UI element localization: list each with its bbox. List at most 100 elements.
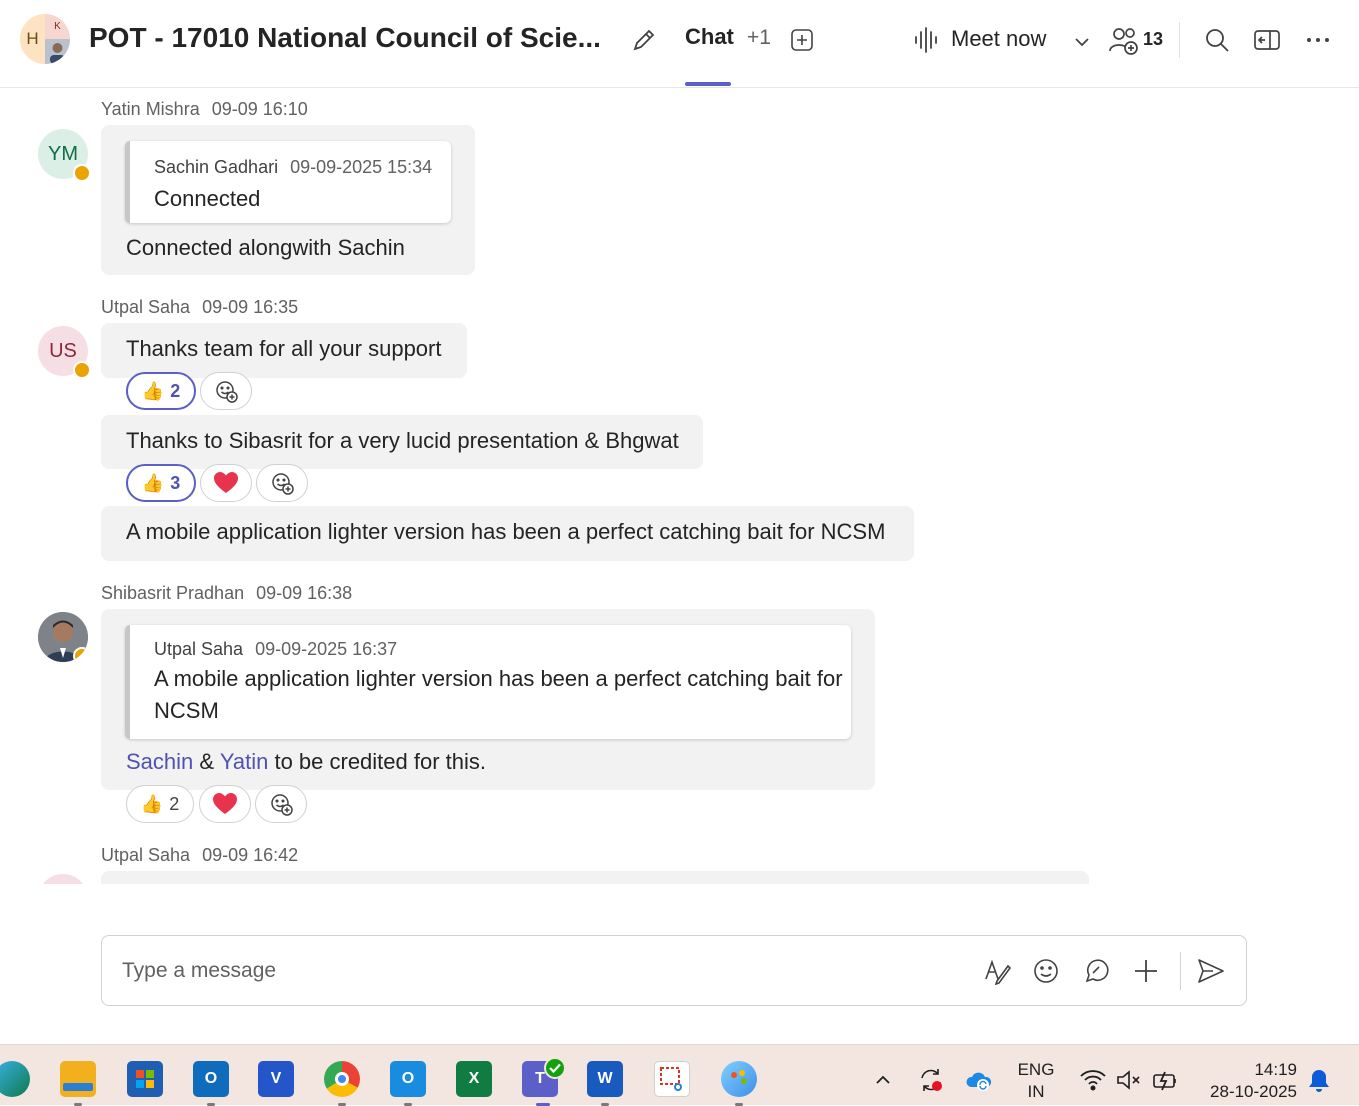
language-indicator[interactable]: ENG IN: [1014, 1059, 1058, 1103]
message-text: Thanks team for all your support: [126, 336, 442, 361]
avatar-initials: US: [49, 340, 77, 362]
windows-taskbar: O V O X T W ENG IN 14:19 28-10-2025: [0, 1044, 1359, 1106]
like-reaction[interactable]: 👍 2: [126, 785, 194, 823]
language-line-2: IN: [1027, 1082, 1045, 1101]
quote-time: 09-09-2025 15:34: [290, 157, 433, 177]
message-list[interactable]: Yatin Mishra 09-09 16:10 YM Sachin Gadhar…: [0, 89, 1359, 884]
participants-count[interactable]: 13: [1143, 29, 1163, 50]
meet-waveform-icon[interactable]: [910, 24, 942, 56]
like-reaction[interactable]: 👍 3: [126, 464, 196, 502]
outlook-icon[interactable]: O: [193, 1061, 229, 1097]
heart-icon: [213, 793, 237, 814]
chevron-down-icon[interactable]: [1070, 30, 1094, 54]
message-bubble[interactable]: A mobile application lighter version has…: [101, 506, 914, 561]
add-tab-icon[interactable]: [788, 26, 816, 54]
quote-bar: [125, 625, 130, 739]
quote-text: A mobile application lighter version has…: [154, 666, 843, 723]
more-options-icon[interactable]: [1302, 24, 1334, 56]
avatar[interactable]: [38, 612, 88, 662]
volume-muted-icon[interactable]: [1114, 1067, 1144, 1093]
message-text: Thanks to Sibasrit for a very lucid pres…: [126, 428, 679, 453]
message-bubble[interactable]: Utpal Saha 09-09-2025 16:37 A mobile appl…: [101, 609, 875, 790]
tab-active-indicator: [685, 82, 731, 86]
message-time: 09-09 16:10: [211, 99, 308, 119]
message-text-rest: to be credited for this.: [274, 749, 487, 774]
chrome-icon[interactable]: [324, 1061, 360, 1097]
onedrive-sync-icon[interactable]: [964, 1067, 994, 1095]
show-hidden-icons-chevron-icon[interactable]: [870, 1067, 896, 1093]
compose-divider: [1180, 952, 1181, 990]
loop-compose-icon[interactable]: [1079, 954, 1113, 988]
chat-header: H K POT - 17010 National Council of Scie…: [0, 0, 1359, 88]
add-reaction-icon: [272, 473, 294, 495]
add-reaction-button[interactable]: [200, 372, 252, 410]
system-clock[interactable]: 14:19 28-10-2025: [1210, 1059, 1297, 1103]
language-line-1: ENG: [1017, 1060, 1055, 1079]
quoted-message[interactable]: Utpal Saha 09-09-2025 16:37 A mobile appl…: [125, 625, 851, 739]
avatar[interactable]: YM: [38, 129, 91, 182]
quote-bar: [125, 141, 130, 223]
add-reaction-icon: [271, 794, 293, 816]
avatar-photo: [45, 39, 70, 64]
send-icon[interactable]: [1194, 954, 1228, 988]
side-panel-icon[interactable]: [1251, 24, 1283, 56]
message-bubble[interactable]: Sachin Gadhari 09-09-2025 15:34 Connected…: [101, 125, 475, 275]
quoted-message[interactable]: Sachin Gadhari 09-09-2025 15:34 Connected: [125, 141, 451, 223]
tab-more-count[interactable]: +1: [747, 26, 771, 50]
paint-icon[interactable]: [721, 1061, 757, 1097]
search-icon[interactable]: [1201, 24, 1233, 56]
add-reaction-button[interactable]: [256, 464, 308, 502]
emoji-icon[interactable]: [1029, 954, 1063, 988]
group-avatar[interactable]: H K: [20, 14, 70, 64]
notification-bell-icon[interactable]: [1305, 1067, 1333, 1095]
add-reaction-button[interactable]: [255, 785, 307, 823]
thumbs-up-icon: 👍: [141, 472, 165, 493]
chat-title[interactable]: POT - 17010 National Council of Scie...: [89, 22, 601, 54]
heart-reaction[interactable]: [199, 785, 251, 823]
wifi-icon[interactable]: [1078, 1067, 1108, 1093]
thumbs-up-icon: 👍: [141, 380, 165, 401]
message-meta: Yatin Mishra 09-09 16:10: [101, 99, 308, 120]
battery-charging-icon[interactable]: [1150, 1067, 1180, 1093]
file-explorer-icon[interactable]: [60, 1061, 96, 1097]
reaction-count: 3: [170, 472, 181, 493]
sync-recording-icon[interactable]: [916, 1065, 946, 1095]
message-input[interactable]: [122, 936, 962, 1005]
message-bubble[interactable]: Thanks team for all your support: [101, 323, 467, 378]
viva-icon[interactable]: V: [258, 1061, 294, 1097]
quote-meta: Sachin Gadhari 09-09-2025 15:34: [154, 157, 432, 178]
message-meta: Utpal Saha 09-09 16:35: [101, 297, 298, 318]
avatar[interactable]: [38, 874, 88, 884]
people-add-icon[interactable]: [1107, 24, 1141, 58]
excel-icon[interactable]: X: [456, 1061, 492, 1097]
rename-pencil-icon[interactable]: [628, 24, 660, 56]
message-bubble[interactable]: Thanks to Sibasrit for a very lucid pres…: [101, 415, 703, 469]
message-bubble[interactable]: [101, 871, 1089, 884]
ampersand-text: &: [199, 749, 215, 774]
edge-icon[interactable]: [0, 1061, 30, 1097]
away-status-icon: [73, 647, 88, 662]
store-icon[interactable]: [127, 1061, 163, 1097]
header-divider: [1179, 22, 1180, 58]
word-icon[interactable]: W: [587, 1061, 623, 1097]
outlook-new-icon[interactable]: O: [390, 1061, 426, 1097]
meet-now-button[interactable]: Meet now: [951, 26, 1046, 52]
avatar[interactable]: US: [38, 326, 91, 379]
plus-icon[interactable]: [1129, 954, 1163, 988]
mention-sachin[interactable]: Sachin: [126, 749, 193, 774]
heart-icon: [214, 472, 238, 493]
quote-meta: Utpal Saha 09-09-2025 16:37: [154, 639, 397, 660]
clock-time: 14:19: [1254, 1060, 1297, 1079]
tab-chat[interactable]: Chat: [685, 24, 734, 50]
message-meta: Shibasrit Pradhan 09-09 16:38: [101, 583, 352, 604]
heart-reaction[interactable]: [200, 464, 252, 502]
avatar-letter-k: K: [45, 14, 70, 39]
mention-yatin[interactable]: Yatin: [220, 749, 269, 774]
author-name: Utpal Saha: [101, 297, 191, 317]
message-time: 09-09 16:42: [202, 845, 299, 865]
like-reaction[interactable]: 👍 2: [126, 372, 196, 410]
compose-box: [101, 935, 1247, 1006]
format-icon[interactable]: [980, 954, 1014, 988]
snipping-tool-icon[interactable]: [654, 1061, 690, 1097]
message-text: Connected alongwith Sachin: [126, 235, 405, 260]
